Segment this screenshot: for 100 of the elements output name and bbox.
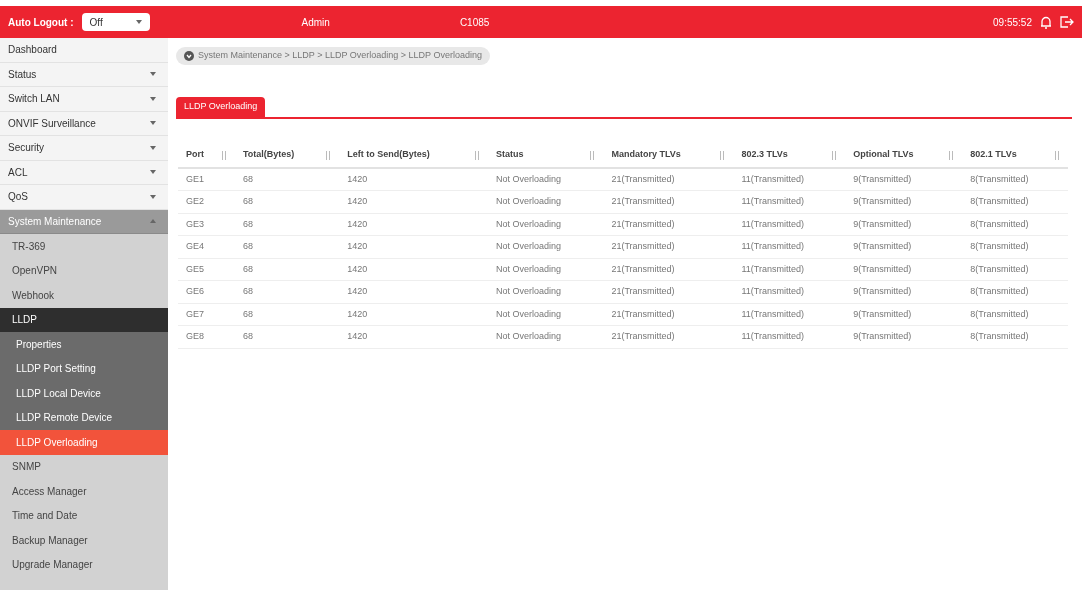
table-cell: 9(Transmitted): [845, 190, 963, 213]
sidebar-item[interactable]: LLDP: [0, 307, 168, 332]
table-cell: 1420: [339, 235, 489, 258]
table-cell: 21(Transmitted): [603, 213, 734, 236]
device-model: C1085: [459, 15, 490, 30]
user-name: Admin: [301, 15, 330, 30]
sort-icon: [948, 150, 955, 160]
sidebar-item[interactable]: Properties: [0, 332, 168, 357]
table-cell: 21(Transmitted): [603, 258, 734, 281]
table-cell: GE3: [178, 213, 235, 236]
column-header[interactable]: Optional TLVs: [845, 143, 963, 168]
table-cell: 11(Transmitted): [733, 280, 846, 303]
table-cell: 68: [234, 168, 340, 191]
table-cell: 68: [234, 325, 340, 348]
table-cell: 21(Transmitted): [603, 190, 734, 213]
sidebar-item[interactable]: Dashboard: [0, 38, 168, 63]
sidebar-item[interactable]: LLDP Local Device: [0, 381, 168, 406]
sort-icon: [325, 150, 332, 160]
sort-icon: [220, 150, 227, 160]
caret-icon: [150, 72, 156, 77]
table-cell: 1420: [339, 190, 489, 213]
column-header[interactable]: 802.1 TLVs: [962, 143, 1068, 168]
caret-icon: [150, 194, 156, 199]
tab[interactable]: LLDP Overloading: [176, 97, 266, 117]
table-cell: 68: [234, 190, 340, 213]
sidebar-item[interactable]: ACL: [0, 160, 168, 185]
table-cell: 8(Transmitted): [962, 235, 1068, 258]
sort-icon: [474, 150, 481, 160]
caret-icon: [150, 145, 156, 150]
sidebar-item[interactable]: Switch LAN: [0, 87, 168, 112]
table-cell: 11(Transmitted): [733, 325, 846, 348]
sidebar-item[interactable]: Status: [0, 62, 168, 87]
column-header[interactable]: 802.3 TLVs: [733, 143, 846, 168]
column-header[interactable]: Left to Send(Bytes): [339, 143, 489, 168]
table-cell: 11(Transmitted): [733, 168, 846, 191]
sort-icon: [719, 150, 726, 160]
column-header[interactable]: Mandatory TLVs: [603, 143, 734, 168]
table-cell: Not Overloading: [488, 235, 604, 258]
table-cell: 11(Transmitted): [733, 303, 846, 326]
table-cell: Not Overloading: [488, 258, 604, 281]
table-cell: 1420: [339, 168, 489, 191]
table-cell: GE6: [178, 280, 235, 303]
table-cell: 21(Transmitted): [603, 168, 734, 191]
table-cell: GE5: [178, 258, 235, 281]
bell-icon[interactable]: [1040, 15, 1052, 29]
table-cell: 68: [234, 235, 340, 258]
table-cell: 68: [234, 213, 340, 236]
column-header[interactable]: Total(Bytes): [234, 143, 340, 168]
sort-icon: [1054, 150, 1060, 160]
table-cell: 21(Transmitted): [603, 235, 734, 258]
breadcrumb-text: System Maintenance > LLDP > LLDP Overloading > LLDP Overloading: [198, 49, 482, 63]
table-cell: 68: [234, 280, 340, 303]
table-cell: 9(Transmitted): [845, 303, 963, 326]
table-cell: 8(Transmitted): [962, 303, 1068, 326]
table-cell: 8(Transmitted): [962, 258, 1068, 281]
sidebar-item[interactable]: Security: [0, 136, 168, 161]
column-header[interactable]: Status: [488, 143, 604, 168]
caret-icon: [150, 121, 156, 126]
table-cell: 11(Transmitted): [733, 258, 846, 281]
sidebar-item[interactable]: LLDP Port Setting: [0, 356, 168, 381]
table-cell: GE7: [178, 303, 235, 326]
table-cell: 9(Transmitted): [845, 258, 963, 281]
table-cell: 11(Transmitted): [733, 235, 846, 258]
table-cell: GE4: [178, 235, 235, 258]
table-cell: 68: [234, 303, 340, 326]
table-cell: 8(Transmitted): [962, 213, 1068, 236]
table-cell: 11(Transmitted): [733, 213, 846, 236]
table-cell: 9(Transmitted): [845, 168, 963, 191]
arrow-circle-icon: [184, 51, 194, 61]
table-cell: 21(Transmitted): [603, 280, 734, 303]
sidebar-item[interactable]: ONVIF Surveillance: [0, 111, 168, 136]
table-cell: Not Overloading: [488, 303, 604, 326]
logout-icon[interactable]: [1060, 16, 1074, 28]
caret-icon: [135, 20, 142, 24]
sidebar-item[interactable]: QoS: [0, 185, 168, 210]
table-cell: 8(Transmitted): [962, 325, 1068, 348]
table-cell: 1420: [339, 303, 489, 326]
caret-icon: [150, 96, 156, 101]
table-cell: 21(Transmitted): [603, 303, 734, 326]
table-cell: Not Overloading: [488, 325, 604, 348]
caret-icon: [150, 219, 156, 224]
table-cell: GE8: [178, 325, 235, 348]
table-cell: Not Overloading: [488, 168, 604, 191]
table-cell: 8(Transmitted): [962, 280, 1068, 303]
sort-icon: [831, 150, 838, 160]
table-cell: 1420: [339, 213, 489, 236]
auto-logout-select[interactable]: Off: [81, 13, 150, 31]
table-cell: 9(Transmitted): [845, 213, 963, 236]
caret-icon: [150, 170, 156, 175]
table-cell: 68: [234, 258, 340, 281]
table-cell: 11(Transmitted): [733, 190, 846, 213]
column-header[interactable]: Port: [178, 143, 235, 168]
table-cell: 9(Transmitted): [845, 325, 963, 348]
table-cell: GE2: [178, 190, 235, 213]
clock-time: 09:55:52: [993, 15, 1032, 30]
table-cell: 21(Transmitted): [603, 325, 734, 348]
table-cell: GE1: [178, 168, 235, 191]
sidebar-item[interactable]: LLDP Remote Device: [0, 405, 168, 430]
table-cell: 1420: [339, 325, 489, 348]
sort-icon: [589, 150, 596, 160]
